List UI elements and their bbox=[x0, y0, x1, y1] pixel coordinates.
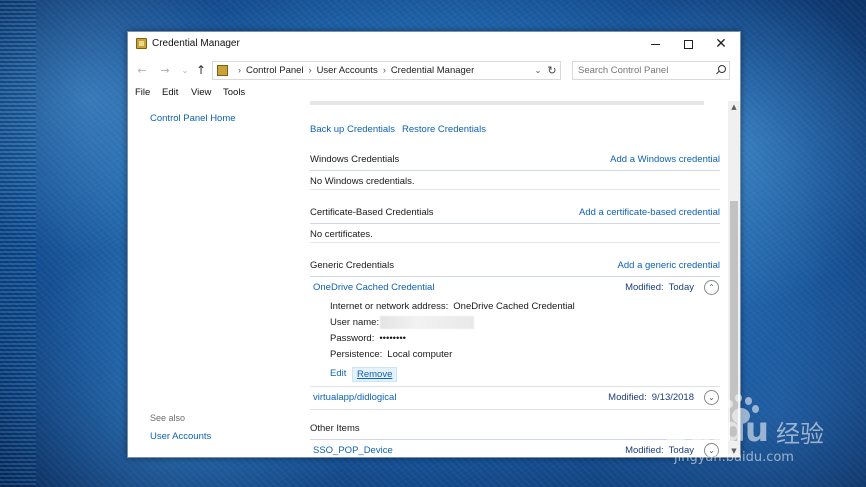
breadcrumb-separator-icon[interactable]: › bbox=[309, 65, 312, 75]
password-label: Password: bbox=[330, 333, 375, 344]
add-certificate-credential-link[interactable]: Add a certificate-based credential bbox=[579, 207, 720, 218]
control-panel-icon bbox=[217, 65, 228, 76]
edit-credential-link[interactable]: Edit bbox=[330, 368, 346, 379]
minimize-button[interactable] bbox=[638, 32, 672, 56]
other-items-header: Other Items bbox=[310, 422, 720, 440]
control-panel-home-link[interactable]: Control Panel Home bbox=[150, 113, 236, 124]
user-accounts-link[interactable]: User Accounts bbox=[150, 431, 211, 442]
content-area: Control Panel Home See also User Account… bbox=[128, 101, 740, 457]
baidu-watermark: Baidu 经验 jingyan.baidu.com bbox=[664, 392, 860, 472]
scroll-up-icon[interactable]: ▲ bbox=[728, 101, 740, 113]
other-items-title: Other Items bbox=[310, 423, 360, 434]
detail-password: Password: •••••••• bbox=[330, 333, 406, 344]
add-generic-credential-link[interactable]: Add a generic credential bbox=[618, 260, 720, 271]
close-button[interactable]: ✕ bbox=[704, 32, 738, 56]
up-arrow-icon[interactable]: ↑ bbox=[192, 61, 210, 79]
address-bar[interactable]: › Control Panel › User Accounts › Credential … bbox=[212, 61, 561, 80]
back-arrow-icon[interactable]: ← bbox=[133, 61, 151, 79]
credential-row-virtualapp[interactable]: virtualapp/didlogical Modified: 9/13/2018… bbox=[310, 388, 720, 408]
window-title: Credential Manager bbox=[152, 38, 240, 49]
credential-row-onedrive[interactable]: OneDrive Cached Credential Modified: Toda… bbox=[310, 278, 720, 298]
credential-manager-window: Credential Manager ✕ ← → ⌄ ↑ › Control Pa… bbox=[127, 31, 741, 458]
certificate-credentials-empty: No certificates. bbox=[310, 225, 720, 243]
address-dropdown-chevron-icon[interactable]: ⌄ bbox=[532, 63, 544, 78]
redacted-username bbox=[380, 316, 474, 329]
detail-username: User name: bbox=[330, 316, 474, 329]
credential-modified: Modified: Today bbox=[625, 282, 694, 293]
address-row: ← → ⌄ ↑ › Control Panel › User Accounts › Cre… bbox=[128, 58, 740, 82]
watermark-chinese-text: 经验 bbox=[776, 420, 824, 448]
search-input[interactable] bbox=[573, 62, 711, 79]
menu-bar: File Edit View Tools bbox=[128, 85, 740, 101]
row-divider bbox=[310, 409, 720, 410]
chevron-up-icon[interactable]: ⌃ bbox=[704, 280, 719, 295]
search-box[interactable] bbox=[572, 61, 730, 80]
credential-name[interactable]: SSO_POP_Device bbox=[313, 445, 393, 456]
detail-address: Internet or network address: OneDrive Cac… bbox=[330, 301, 575, 312]
credential-name[interactable]: virtualapp/didlogical bbox=[313, 392, 396, 403]
persistence-label: Persistence: bbox=[330, 349, 383, 360]
address-label: Internet or network address: bbox=[330, 301, 449, 312]
modified-label: Modified: bbox=[625, 445, 664, 456]
password-value: •••••••• bbox=[379, 333, 406, 344]
generic-credentials-header: Generic Credentials Add a generic creden… bbox=[310, 259, 720, 277]
add-windows-credential-link[interactable]: Add a Windows credential bbox=[610, 154, 720, 165]
refresh-icon[interactable]: ↻ bbox=[545, 62, 559, 78]
breadcrumb-separator-icon[interactable]: › bbox=[383, 65, 386, 75]
menu-edit[interactable]: Edit bbox=[162, 87, 178, 98]
windows-credentials-title: Windows Credentials bbox=[310, 154, 400, 165]
desktop-stripe bbox=[0, 0, 36, 487]
see-also-label: See also bbox=[150, 413, 186, 423]
breadcrumb-credential-manager[interactable]: Credential Manager bbox=[391, 65, 474, 76]
close-icon: ✕ bbox=[715, 36, 727, 52]
maximize-button[interactable] bbox=[671, 32, 705, 56]
generic-credentials-title: Generic Credentials bbox=[310, 260, 394, 271]
search-icon[interactable] bbox=[714, 64, 727, 77]
menu-tools[interactable]: Tools bbox=[223, 87, 245, 98]
restore-credentials-link[interactable]: Restore Credentials bbox=[402, 124, 486, 135]
left-pane: Control Panel Home See also User Account… bbox=[128, 101, 296, 457]
watermark-url: jingyan.baidu.com bbox=[674, 450, 794, 465]
modified-label: Modified: bbox=[608, 392, 647, 403]
remove-credential-link[interactable]: Remove bbox=[352, 367, 398, 382]
row-divider bbox=[310, 386, 720, 387]
top-divider bbox=[310, 101, 704, 105]
certificate-credentials-header: Certificate-Based Credentials Add a cert… bbox=[310, 206, 720, 224]
credential-name[interactable]: OneDrive Cached Credential bbox=[313, 282, 434, 293]
breadcrumb-separator-icon: › bbox=[238, 65, 241, 75]
certificate-credentials-title: Certificate-Based Credentials bbox=[310, 207, 434, 218]
credential-manager-icon bbox=[136, 38, 147, 49]
address-value: OneDrive Cached Credential bbox=[453, 301, 575, 312]
breadcrumb-control-panel[interactable]: Control Panel bbox=[246, 65, 304, 76]
windows-credentials-empty-text: No Windows credentials. bbox=[310, 176, 415, 187]
credential-row-sso[interactable]: SSO_POP_Device Modified: Today ⌄ bbox=[310, 441, 720, 457]
persistence-value: Local computer bbox=[387, 349, 453, 360]
breadcrumb-user-accounts[interactable]: User Accounts bbox=[317, 65, 378, 76]
menu-view[interactable]: View bbox=[191, 87, 211, 98]
paw-icon bbox=[722, 392, 762, 432]
title-bar[interactable]: Credential Manager ✕ bbox=[128, 32, 740, 56]
certificate-credentials-empty-text: No certificates. bbox=[310, 229, 373, 240]
menu-file[interactable]: File bbox=[135, 87, 150, 98]
minimize-icon bbox=[650, 43, 660, 45]
breadcrumb: › Control Panel › User Accounts › Credential … bbox=[233, 65, 474, 76]
back-up-credentials-link[interactable]: Back up Credentials bbox=[310, 124, 395, 135]
watermark-logo-text: Bai bbox=[664, 410, 723, 450]
windows-credentials-empty: No Windows credentials. bbox=[310, 172, 720, 190]
modified-label: Modified: bbox=[625, 282, 664, 293]
maximize-icon bbox=[683, 39, 693, 49]
username-label: User name: bbox=[330, 317, 380, 328]
detail-persistence: Persistence: Local computer bbox=[330, 349, 452, 360]
forward-arrow-icon[interactable]: → bbox=[156, 61, 174, 79]
modified-value: Today bbox=[668, 282, 694, 293]
windows-credentials-header: Windows Credentials Add a Windows creden… bbox=[310, 153, 720, 171]
